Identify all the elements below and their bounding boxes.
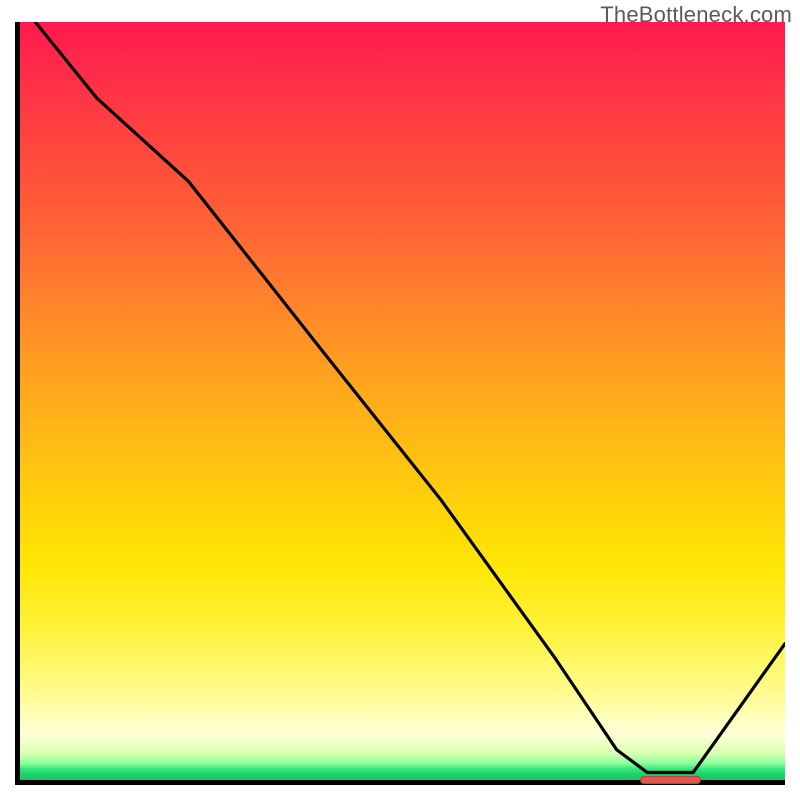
heat-gradient [20,22,785,780]
chart-frame: TheBottleneck.com [0,0,800,800]
optimal-range-marker [640,776,702,784]
plot-area [15,22,785,785]
